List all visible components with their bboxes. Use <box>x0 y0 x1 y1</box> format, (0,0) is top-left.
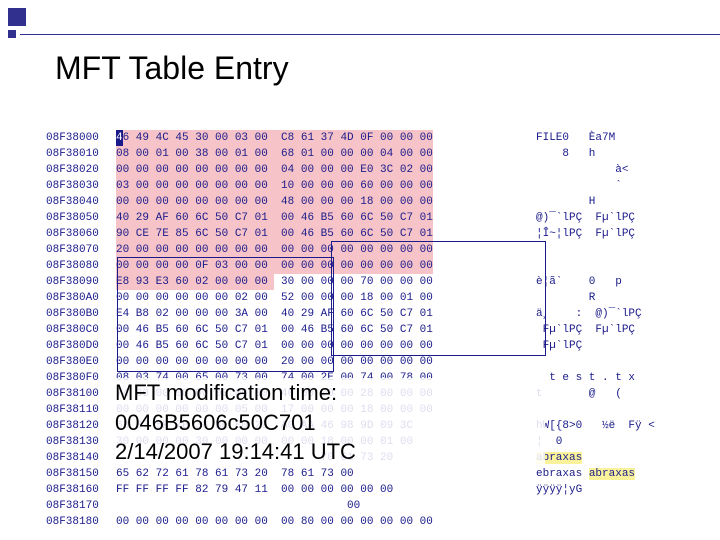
hex-row: 08F3802000 00 00 00 00 00 00 00 04 00 00… <box>46 162 696 178</box>
ascii: è¦ã` 0 p <box>536 274 696 290</box>
offset: 08F38050 <box>46 210 116 226</box>
ascii <box>536 242 696 258</box>
hex-bytes: 08 00 01 00 38 00 01 00 68 01 00 00 00 0… <box>116 146 536 162</box>
hex-bytes: 65 62 72 61 78 61 73 20 78 61 73 00 <box>116 466 536 482</box>
hex-bytes: 00 46 B5 60 6C 50 C7 01 00 46 B5 60 6C 5… <box>116 322 536 338</box>
offset: 08F380F0 <box>46 370 116 386</box>
ascii: H <box>536 194 696 210</box>
hex-bytes: 90 CE 7E 85 6C 50 C7 01 00 46 B5 60 6C 5… <box>116 226 536 242</box>
offset: 08F38100 <box>46 386 116 402</box>
hex-row: 08F3800046 49 4C 45 30 00 03 00 C8 61 37… <box>46 130 696 146</box>
hex-bytes: 03 00 00 00 00 00 00 00 10 00 00 00 60 0… <box>116 178 536 194</box>
offset: 08F380C0 <box>46 322 116 338</box>
hex-bytes: 00 00 00 00 00 00 00 00 04 00 00 00 E0 3… <box>116 162 536 178</box>
hex-row: 08F3818000 00 00 00 00 00 00 00 00 80 00… <box>46 514 696 530</box>
hex-row: 08F3805040 29 AF 60 6C 50 C7 01 00 46 B5… <box>46 210 696 226</box>
ascii <box>536 498 696 514</box>
hex-bytes: FF FF FF FF 82 79 47 11 00 00 00 00 00 0… <box>116 482 536 498</box>
hex-row: 08F3804000 00 00 00 00 00 00 00 48 00 00… <box>46 194 696 210</box>
ascii: ¦Î~¦lPÇ Fµ`lPÇ <box>536 226 696 242</box>
offset: 08F38000 <box>46 130 116 146</box>
offset: 08F380A0 <box>46 290 116 306</box>
ascii: ` <box>536 178 696 194</box>
overlay-line-3: 2/14/2007 19:14:41 UTC <box>115 437 545 467</box>
offset: 08F38010 <box>46 146 116 162</box>
offset: 08F380B0 <box>46 306 116 322</box>
ascii: ÿÿÿÿ¦yG <box>536 482 696 498</box>
ascii <box>536 514 696 530</box>
ascii: abraxas <box>536 450 696 466</box>
ascii <box>536 402 696 418</box>
hex-bytes: E4 B8 02 00 00 00 3A 00 40 29 AF 60 6C 5… <box>116 306 536 322</box>
hex-bytes: 00 46 B5 60 6C 50 C7 01 00 00 00 00 00 0… <box>116 338 536 354</box>
offset: 08F38120 <box>46 418 116 434</box>
hex-row: 08F3801008 00 01 00 38 00 01 00 68 01 00… <box>46 146 696 162</box>
hex-row: 08F380B0E4 B8 02 00 00 00 3A 00 40 29 AF… <box>46 306 696 322</box>
hex-bytes: 00 00 00 00 00 00 00 00 48 00 00 00 18 0… <box>116 194 536 210</box>
offset: 08F38110 <box>46 402 116 418</box>
overlay-caption: MFT modification time: 0046B5606c50C701 … <box>115 378 545 467</box>
ascii: Fµ`lPÇ <box>536 338 696 354</box>
hex-bytes: 00 00 00 00 00 00 00 00 00 80 00 00 00 0… <box>116 514 536 530</box>
offset: 08F38080 <box>46 258 116 274</box>
offset: 08F38030 <box>46 178 116 194</box>
hex-bytes: 00 00 00 00 00 00 00 00 20 00 00 00 00 0… <box>116 354 536 370</box>
hex-row: 08F380C000 46 B5 60 6C 50 C7 01 00 46 B5… <box>46 322 696 338</box>
ascii: 8 h <box>536 146 696 162</box>
hex-row: 08F380A000 00 00 00 00 00 02 00 52 00 00… <box>46 290 696 306</box>
ascii: ä¸ : @)¯`lPÇ <box>536 306 696 322</box>
hex-row: 08F3808000 00 00 00 0F 03 00 00 00 00 00… <box>46 258 696 274</box>
offset: 08F38040 <box>46 194 116 210</box>
hex-bytes: 00 <box>116 498 536 514</box>
ascii: R <box>536 290 696 306</box>
ascii: @)¯`lPÇ Fµ`lPÇ <box>536 210 696 226</box>
hex-row: 08F380D000 46 B5 60 6C 50 C7 01 00 00 00… <box>46 338 696 354</box>
ascii: à< <box>536 162 696 178</box>
ascii: ebraxas abraxas <box>536 466 696 482</box>
hex-bytes: 20 00 00 00 00 00 00 00 00 00 00 00 00 0… <box>116 242 536 258</box>
ascii: FILE0 Èa7M <box>536 130 696 146</box>
slide-title: MFT Table Entry <box>55 50 289 87</box>
offset: 08F38090 <box>46 274 116 290</box>
ascii <box>536 258 696 274</box>
offset: 08F38180 <box>46 514 116 530</box>
hex-bytes: 40 29 AF 60 6C 50 C7 01 00 46 B5 60 6C 5… <box>116 210 536 226</box>
hex-row: 08F3815065 62 72 61 78 61 73 20 78 61 73… <box>46 466 696 482</box>
ascii: Fµ`lPÇ Fµ`lPÇ <box>536 322 696 338</box>
hex-row: 08F3803003 00 00 00 00 00 00 00 10 00 00… <box>46 178 696 194</box>
offset: 08F38170 <box>46 498 116 514</box>
ascii <box>536 354 696 370</box>
hex-bytes: 46 49 4C 45 30 00 03 00 C8 61 37 4D 0F 0… <box>116 130 536 146</box>
offset: 08F38070 <box>46 242 116 258</box>
ascii: ¦ 0 <box>536 434 696 450</box>
offset: 08F38130 <box>46 434 116 450</box>
hex-row: 08F38160FF FF FF FF 82 79 47 11 00 00 00… <box>46 482 696 498</box>
hex-bytes: 00 00 00 00 00 00 02 00 52 00 00 00 18 0… <box>116 290 536 306</box>
offset: 08F380E0 <box>46 354 116 370</box>
slide-decoration <box>8 8 88 48</box>
offset: 08F38020 <box>46 162 116 178</box>
offset: 08F38160 <box>46 482 116 498</box>
overlay-line-2: 0046B5606c50C701 <box>115 408 545 438</box>
offset: 08F38140 <box>46 450 116 466</box>
hex-row: 08F38170 00 <box>46 498 696 514</box>
ascii: t e s t . t x <box>536 370 696 386</box>
offset: 08F38060 <box>46 226 116 242</box>
offset: 08F380D0 <box>46 338 116 354</box>
hex-row: 08F380E000 00 00 00 00 00 00 00 20 00 00… <box>46 354 696 370</box>
ascii: t @ ( <box>536 386 696 402</box>
hex-bytes: E8 93 E3 60 02 00 00 00 30 00 00 00 70 0… <box>116 274 536 290</box>
hex-bytes: 00 00 00 00 0F 03 00 00 00 00 00 00 00 0… <box>116 258 536 274</box>
overlay-line-1: MFT modification time: <box>115 378 545 408</box>
offset: 08F38150 <box>46 466 116 482</box>
hex-row: 08F3807020 00 00 00 00 00 00 00 00 00 00… <box>46 242 696 258</box>
hex-row: 08F38090E8 93 E3 60 02 00 00 00 30 00 00… <box>46 274 696 290</box>
hex-row: 08F3806090 CE 7E 85 6C 50 C7 01 00 46 B5… <box>46 226 696 242</box>
ascii: hW[{8>0 ½ë Fÿ < <box>536 418 696 434</box>
